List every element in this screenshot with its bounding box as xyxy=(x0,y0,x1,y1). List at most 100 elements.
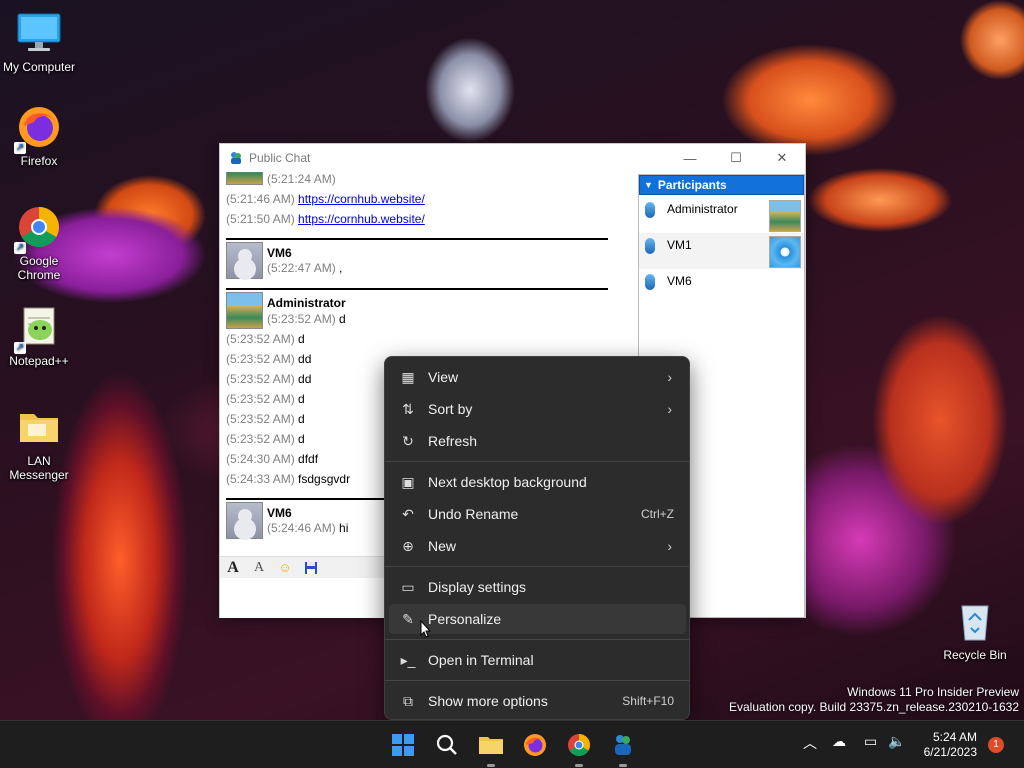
participant-avatar xyxy=(769,236,801,268)
desktop-icon-notepadpp[interactable]: ↗ Notepad++ xyxy=(0,304,78,368)
onedrive-icon[interactable]: ☁ xyxy=(832,733,846,750)
menu-separator xyxy=(385,680,689,681)
shortcut-arrow-icon: ↗ xyxy=(14,142,26,154)
terminal-icon: ▸_ xyxy=(400,651,416,668)
undo-icon: ↶ xyxy=(402,505,414,522)
volume-icon[interactable]: 🔈 xyxy=(888,733,905,750)
menu-item-new[interactable]: ⊕ New › xyxy=(389,531,686,561)
menu-item-refresh[interactable]: ↻ Refresh xyxy=(389,426,686,456)
taskbar: ︿ ☁ ▭ 🔈 5:24 AM 6/21/2023 1 xyxy=(0,720,1024,768)
font-color-button[interactable]: A xyxy=(250,559,268,577)
menu-item-view[interactable]: ▦ View › xyxy=(389,362,686,392)
desktop-icon-chrome[interactable]: ↗ Google Chrome xyxy=(0,204,78,282)
folder-icon xyxy=(16,404,62,450)
grid-icon: ▦ xyxy=(401,368,415,385)
running-indicator xyxy=(487,764,495,767)
monitor-icon xyxy=(16,10,62,56)
chevron-right-icon: › xyxy=(667,369,672,385)
message-sender: VM6 xyxy=(267,506,292,520)
menu-item-undo-rename[interactable]: ↶ Undo Rename Ctrl+Z xyxy=(389,499,686,529)
chevron-right-icon: › xyxy=(667,538,672,554)
running-indicator xyxy=(575,764,583,767)
desktop-icon-firefox[interactable]: ↗ Firefox xyxy=(0,104,78,168)
message-link[interactable]: https://cornhub.website/ xyxy=(298,212,425,226)
desktop-icon-lan-messenger[interactable]: LAN Messenger xyxy=(0,404,78,482)
participant-item[interactable]: VM1 xyxy=(639,233,804,269)
participant-name: VM1 xyxy=(667,238,692,252)
message-line: (5:23:52 AM) d xyxy=(226,432,305,446)
participant-item[interactable]: VM6 xyxy=(639,269,804,305)
avatar xyxy=(226,172,263,185)
lan-messenger-icon xyxy=(231,152,241,164)
user-icon xyxy=(645,202,655,218)
message-line: (5:23:52 AM) dd xyxy=(226,372,312,386)
desktop-icon-my-computer[interactable]: My Computer xyxy=(0,10,78,74)
menu-item-open-terminal[interactable]: ▸_ Open in Terminal xyxy=(389,645,686,675)
message-line: (5:23:52 AM) d xyxy=(226,392,305,406)
participant-item[interactable]: Administrator xyxy=(639,197,804,233)
folder-icon xyxy=(479,737,503,754)
save-button[interactable] xyxy=(302,559,320,577)
desktop-icon-label: Recycle Bin xyxy=(943,648,1007,662)
desktop-icon-recycle-bin[interactable]: Recycle Bin xyxy=(936,598,1014,662)
firefox-icon xyxy=(524,734,546,756)
maximize-icon: ☐ xyxy=(730,150,742,165)
background-icon: ▣ xyxy=(401,473,415,490)
participants-header[interactable]: ▼ Participants xyxy=(639,175,804,195)
search-button[interactable] xyxy=(433,731,461,759)
network-icon[interactable]: ▭ xyxy=(864,733,877,750)
message-separator xyxy=(226,238,608,240)
collapse-triangle-icon: ▼ xyxy=(644,180,653,190)
message-link[interactable]: https://cornhub.website/ xyxy=(298,192,425,206)
message-line: (5:22:47 AM) , xyxy=(267,261,343,275)
minimize-icon: — xyxy=(683,150,697,166)
message-sender: VM6 xyxy=(267,246,292,260)
plus-circle-icon: ⊕ xyxy=(402,537,414,554)
font-button[interactable]: A xyxy=(224,559,242,577)
menu-separator xyxy=(385,639,689,640)
message-line: (5:23:52 AM) dd xyxy=(226,352,312,366)
desktop-icon-label: LAN Messenger xyxy=(9,454,69,482)
avatar xyxy=(226,292,263,329)
message-line: (5:24:46 AM) hi xyxy=(267,521,349,535)
brush-icon: ✎ xyxy=(402,610,414,627)
taskbar-chrome[interactable] xyxy=(565,731,593,767)
maximize-button[interactable]: ☐ xyxy=(713,144,759,172)
menu-item-show-more-options[interactable]: ⧉ Show more options Shift+F10 xyxy=(389,686,686,716)
message-separator xyxy=(226,288,608,290)
show-hidden-icons-button[interactable]: ︿ xyxy=(803,733,817,753)
more-options-icon: ⧉ xyxy=(403,692,413,709)
menu-item-sort-by[interactable]: ⇅ Sort by › xyxy=(389,394,686,424)
search-icon xyxy=(436,734,457,755)
font-icon: A xyxy=(227,558,239,576)
menu-item-display-settings[interactable]: ▭ Display settings xyxy=(389,572,686,602)
taskbar-firefox[interactable] xyxy=(521,731,549,759)
menu-item-next-background[interactable]: ▣ Next desktop background xyxy=(389,467,686,497)
taskbar-clock[interactable]: 5:24 AM 6/21/2023 xyxy=(924,730,977,760)
menu-shortcut: Ctrl+Z xyxy=(641,507,674,521)
participant-name: Administrator xyxy=(667,202,738,216)
message-line: (5:24:30 AM) dfdf xyxy=(226,452,319,466)
windows-logo-icon xyxy=(392,734,414,756)
emoticon-button[interactable]: ☺ xyxy=(276,559,294,577)
desktop-icon-label: Notepad++ xyxy=(9,354,69,368)
running-indicator xyxy=(619,764,627,767)
desktop-icon-label: Google Chrome xyxy=(17,254,61,282)
menu-separator xyxy=(385,461,689,462)
taskbar-file-explorer[interactable] xyxy=(477,731,505,767)
windows-watermark: Windows 11 Pro Insider Preview Evaluatio… xyxy=(729,685,1019,714)
start-button[interactable] xyxy=(389,731,417,759)
menu-item-personalize[interactable]: ✎ Personalize xyxy=(389,604,686,634)
user-icon xyxy=(645,238,655,254)
shortcut-arrow-icon: ↗ xyxy=(14,242,26,254)
notepadpp-icon: ↗ xyxy=(14,304,62,354)
taskbar-lan-messenger[interactable] xyxy=(609,731,637,767)
user-icon xyxy=(645,274,655,290)
window-title: Public Chat xyxy=(249,151,311,165)
minimize-button[interactable]: — xyxy=(667,144,713,172)
message-line: (5:21:50 AM) https://cornhub.website/ xyxy=(226,212,425,226)
window-titlebar[interactable]: Public Chat — ☐ ✕ xyxy=(220,144,805,172)
close-button[interactable]: ✕ xyxy=(759,144,805,172)
notification-badge[interactable]: 1 xyxy=(988,737,1004,753)
message-line: (5:24:33 AM) fsdgsgvdr xyxy=(226,472,351,486)
